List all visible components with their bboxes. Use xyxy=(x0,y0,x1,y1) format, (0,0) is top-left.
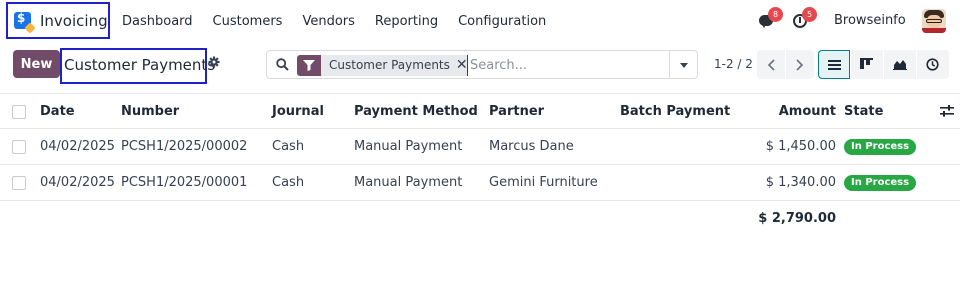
column-header-date[interactable]: Date xyxy=(40,94,75,128)
select-all-checkbox[interactable] xyxy=(12,105,26,119)
column-header-payment-method[interactable]: Payment Method xyxy=(354,94,478,128)
new-button[interactable]: New xyxy=(13,50,60,78)
menu-item-configuration[interactable]: Configuration xyxy=(458,14,546,29)
systray: 8 5 Browseinfo xyxy=(750,0,960,42)
table-row[interactable]: 04/02/2025 PCSH1/2025/00002 Cash Manual … xyxy=(0,129,960,165)
row-partner: Gemini Furniture xyxy=(489,175,598,190)
area-chart-icon xyxy=(893,60,907,70)
search-options-toggle[interactable] xyxy=(669,51,697,78)
main-menu: Dashboard Customers Vendors Reporting Co… xyxy=(122,0,566,42)
pager-value[interactable]: 1-2 / 2 xyxy=(714,57,753,71)
list-view-button[interactable] xyxy=(818,50,850,79)
optional-columns-icon[interactable] xyxy=(940,94,954,128)
column-header-state[interactable]: State xyxy=(844,94,883,128)
chat-icon[interactable]: 8 xyxy=(758,7,783,30)
kanban-icon xyxy=(860,58,873,69)
row-number: PCSH1/2025/00002 xyxy=(121,139,248,154)
activity-view-button[interactable] xyxy=(917,50,949,79)
company-switcher[interactable]: Browseinfo xyxy=(834,13,906,28)
row-checkbox[interactable] xyxy=(12,176,26,190)
menu-item-customers[interactable]: Customers xyxy=(213,14,283,29)
status-badge: In Process xyxy=(844,174,917,191)
kanban-view-button[interactable] xyxy=(851,50,883,79)
gear-icon[interactable] xyxy=(208,56,220,68)
menu-item-reporting[interactable]: Reporting xyxy=(375,14,438,29)
column-header-partner[interactable]: Partner xyxy=(489,94,544,128)
table-row[interactable]: 04/02/2025 PCSH1/2025/00001 Cash Manual … xyxy=(0,165,960,201)
row-date: 04/02/2025 xyxy=(40,175,115,190)
menu-item-dashboard[interactable]: Dashboard xyxy=(122,14,193,29)
table-footer-row: $ 2,790.00 xyxy=(0,201,960,235)
pager-previous-button[interactable] xyxy=(757,50,785,79)
top-navbar: Invoicing Dashboard Customers Vendors Re… xyxy=(0,0,960,42)
row-journal: Cash xyxy=(272,139,305,154)
menu-item-vendors[interactable]: Vendors xyxy=(302,14,354,29)
app-brand[interactable]: Invoicing xyxy=(6,2,110,39)
search-icon[interactable] xyxy=(276,58,289,71)
chat-badge: 8 xyxy=(768,7,783,22)
row-payment-method: Manual Payment xyxy=(354,175,463,190)
row-partner: Marcus Dane xyxy=(489,139,574,154)
row-payment-method: Manual Payment xyxy=(354,139,463,154)
row-journal: Cash xyxy=(272,175,305,190)
activity-clock-icon[interactable]: 5 xyxy=(792,7,817,30)
status-badge: In Process xyxy=(844,138,917,155)
page-title: Customer Payments xyxy=(60,48,215,84)
table-header-row: Date Number Journal Payment Method Partn… xyxy=(0,93,960,129)
user-avatar[interactable] xyxy=(922,9,946,33)
search-input[interactable] xyxy=(467,55,663,76)
row-number: PCSH1/2025/00001 xyxy=(121,175,248,190)
app-name: Invoicing xyxy=(40,11,108,30)
facet-label: Customer Payments xyxy=(321,55,456,76)
column-header-batch-payment[interactable]: Batch Payment xyxy=(620,94,730,128)
row-amount: $ 1,450.00 xyxy=(765,139,836,154)
row-state: In Process xyxy=(844,129,917,164)
chevron-left-icon xyxy=(767,59,775,71)
graph-view-button[interactable] xyxy=(884,50,916,79)
column-header-amount[interactable]: Amount xyxy=(779,94,836,128)
search-bar: Customer Payments ✕ xyxy=(266,50,698,79)
activity-badge: 5 xyxy=(802,7,817,22)
column-header-journal[interactable]: Journal xyxy=(272,94,324,128)
row-date: 04/02/2025 xyxy=(40,139,115,154)
invoicing-app-icon xyxy=(14,11,36,34)
row-checkbox[interactable] xyxy=(12,140,26,154)
amount-total: $ 2,790.00 xyxy=(758,210,836,226)
chevron-right-icon xyxy=(796,59,804,71)
list-icon xyxy=(828,60,841,70)
row-state: In Process xyxy=(844,165,917,200)
payments-table: Date Number Journal Payment Method Partn… xyxy=(0,93,960,285)
search-facet: Customer Payments ✕ xyxy=(297,55,474,76)
control-panel: New Customer Payments Customer Payments … xyxy=(0,42,960,92)
pager-next-button[interactable] xyxy=(786,50,814,79)
row-amount: $ 1,340.00 xyxy=(765,175,836,190)
filter-icon xyxy=(297,55,321,76)
clock-icon xyxy=(926,58,939,71)
column-header-number[interactable]: Number xyxy=(121,94,179,128)
